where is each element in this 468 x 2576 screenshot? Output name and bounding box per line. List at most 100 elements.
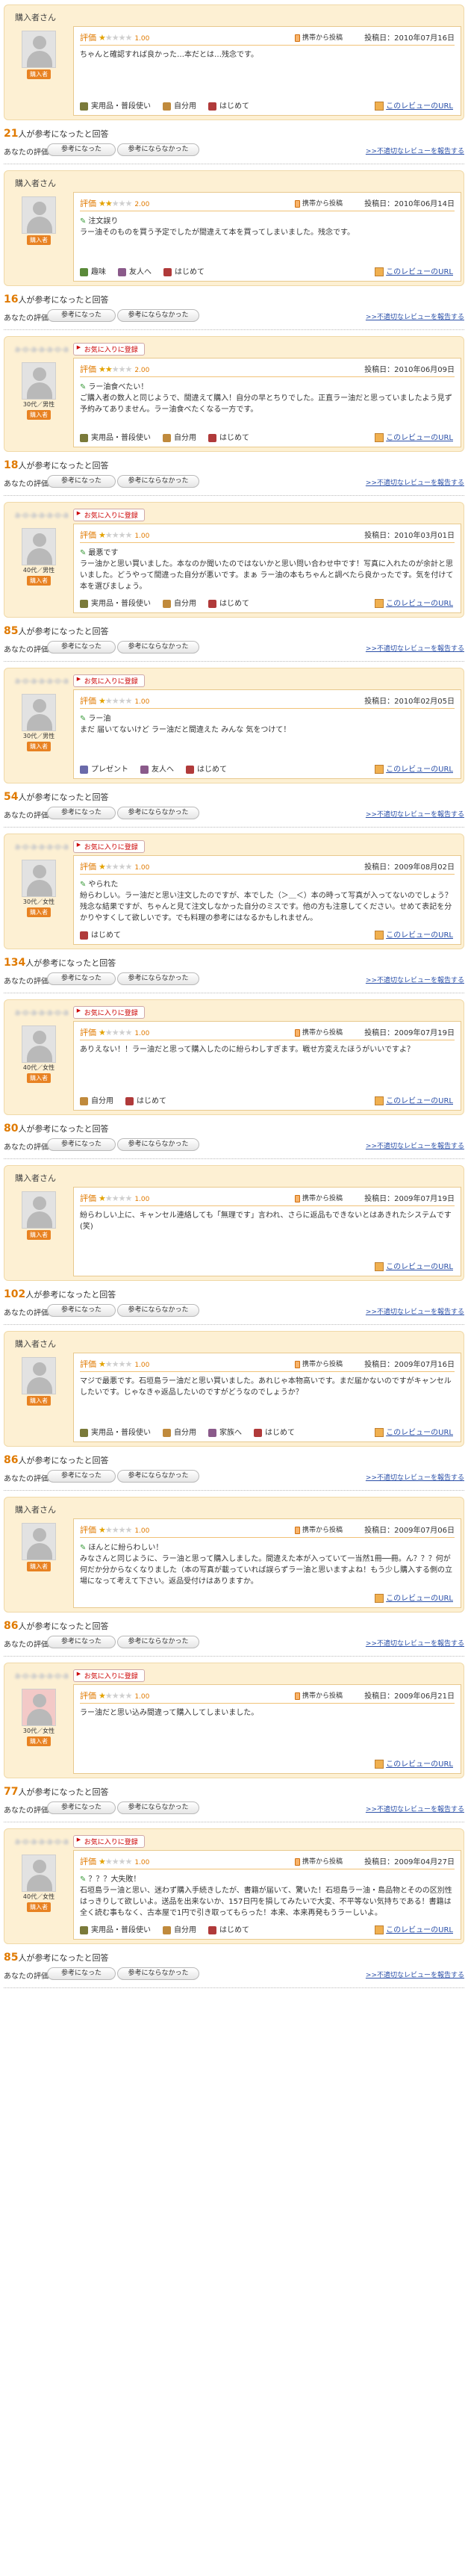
review-header: 評価 ★★★★★ 1.00 携帯から投稿 投稿日：2009年07月06日 <box>80 1524 455 1536</box>
not-helpful-button[interactable]: 参考にならなかった <box>117 807 199 819</box>
reviewer-name[interactable]: 購入者さん <box>15 11 56 23</box>
add-favorite-button[interactable]: お気に入りに登録 <box>72 674 145 687</box>
not-helpful-button[interactable]: 参考にならなかった <box>117 1304 199 1317</box>
review-text: 紛らわしい。ラー油だと思い注文したのですが、本でした（＞＿＜）本の時って写真が入… <box>80 892 452 922</box>
header-divider <box>80 1371 455 1372</box>
report-review-link[interactable]: >>不適切なレビューを報告する <box>366 311 464 321</box>
reviewer-name[interactable]: a-o-a-a-a-o-a <box>15 510 69 520</box>
rating-score: 1.00 <box>134 1030 150 1037</box>
reviewer-name[interactable]: a-o-a-a-a-o-a <box>15 344 69 354</box>
review-permalink[interactable]: このレビューのURL <box>375 99 453 111</box>
not-helpful-button[interactable]: 参考にならなかった <box>117 972 199 985</box>
rating-score: 2.00 <box>134 201 150 208</box>
reviewer-name[interactable]: 購入者さん <box>15 177 56 189</box>
not-helpful-button[interactable]: 参考にならなかった <box>117 309 199 322</box>
post-date: 投稿日：2009年07月16日 <box>364 1361 455 1369</box>
report-review-link[interactable]: >>不適切なレビューを報告する <box>366 1970 464 1979</box>
report-review-link[interactable]: >>不適切なレビューを報告する <box>366 477 464 487</box>
usage-tag-label: 自分用 <box>174 600 196 608</box>
report-review-link[interactable]: >>不適切なレビューを報告する <box>366 1306 464 1316</box>
helpful-button[interactable]: 参考になった <box>47 1138 116 1151</box>
helpful-button[interactable]: 参考になった <box>47 1304 116 1317</box>
add-favorite-button[interactable]: お気に入りに登録 <box>72 1006 145 1019</box>
star-rating-icon: ★★★★★ <box>99 199 132 208</box>
report-review-link[interactable]: >>不適切なレビューを報告する <box>366 643 464 653</box>
review-permalink[interactable]: このレビューのURL <box>375 1923 453 1934</box>
review-permalink[interactable]: このレビューのURL <box>375 1426 453 1437</box>
usage-tag-label: 実用品・普段使い <box>91 1926 151 1934</box>
reviewer-name[interactable]: 購入者さん <box>15 1172 56 1184</box>
star-rating-icon: ★★★★★ <box>99 1525 132 1535</box>
review-divider <box>4 1490 464 1491</box>
add-favorite-button[interactable]: お気に入りに登録 <box>72 343 145 356</box>
review-permalink[interactable]: このレビューのURL <box>375 265 453 276</box>
add-favorite-button[interactable]: お気に入りに登録 <box>72 509 145 521</box>
report-review-link[interactable]: >>不適切なレビューを報告する <box>366 1638 464 1648</box>
usage-tag-label: 実用品・普段使い <box>91 600 151 608</box>
mobile-post-label: 携帯から投稿 <box>302 1527 343 1534</box>
avatar-silhouette-icon <box>22 694 56 731</box>
review-box: 購入者さん 購入者 評価 ★★★★★ 1.00 携帯から投稿 投稿日：2009年07… <box>4 1497 464 1613</box>
reviewer-name[interactable]: 購入者さん <box>15 1503 56 1515</box>
review-title: 最悪です <box>80 546 118 557</box>
reviewer-name[interactable]: 購入者さん <box>15 1338 56 1350</box>
not-helpful-button[interactable]: 参考にならなかった <box>117 641 199 654</box>
report-review-link[interactable]: >>不適切なレビューを報告する <box>366 1140 464 1150</box>
usage-tag: プレゼント <box>80 765 128 774</box>
not-helpful-button[interactable]: 参考にならなかった <box>117 1801 199 1814</box>
review-permalink[interactable]: このレビューのURL <box>375 763 453 774</box>
usage-tag-label: 自分用 <box>174 1429 196 1437</box>
helpful-button[interactable]: 参考になった <box>47 309 116 322</box>
review-permalink[interactable]: このレビューのURL <box>375 431 453 442</box>
helpful-button[interactable]: 参考になった <box>47 1967 116 1980</box>
review-title: ？？？大失敗！ <box>80 1872 140 1884</box>
mobile-phone-icon <box>294 1194 300 1202</box>
report-review-link[interactable]: >>不適切なレビューを報告する <box>366 1472 464 1482</box>
mobile-phone-icon <box>294 1857 300 1866</box>
not-helpful-button[interactable]: 参考にならなかった <box>117 475 199 488</box>
review-permalink[interactable]: このレビューのURL <box>375 1757 453 1769</box>
review-permalink[interactable]: このレビューのURL <box>375 1094 453 1105</box>
reviewer-name[interactable]: a-o-a-a-a-o-a <box>15 842 69 851</box>
not-helpful-button[interactable]: 参考にならなかった <box>117 1470 199 1483</box>
reviewer-name[interactable]: a-o-a-a-a-o-a <box>15 1008 69 1017</box>
helpful-button[interactable]: 参考になった <box>47 1470 116 1483</box>
usage-tag: 趣味 <box>80 267 106 276</box>
reviewer: a-o-a-a-a-o-aお気に入りに登録 <box>15 1006 145 1019</box>
reviewer-name[interactable]: a-o-a-a-a-o-a <box>15 676 69 686</box>
helpful-button[interactable]: 参考になった <box>47 475 116 488</box>
not-helpful-button[interactable]: 参考にならなかった <box>117 1636 199 1648</box>
review-permalink[interactable]: このレビューのURL <box>375 1592 453 1603</box>
report-review-link[interactable]: >>不適切なレビューを報告する <box>366 809 464 819</box>
add-favorite-button[interactable]: お気に入りに登録 <box>72 840 145 853</box>
not-helpful-button[interactable]: 参考にならなかった <box>117 143 199 156</box>
review-card: 評価 ★★★★★ 1.00 携帯から投稿 投稿日：2009年07月19日 紛らわしい… <box>73 1187 461 1276</box>
reviewer-name[interactable]: a-o-a-a-a-o-a <box>15 1837 69 1846</box>
helpful-suffix: 人が参考になったと回答 <box>18 1456 109 1465</box>
add-favorite-button[interactable]: お気に入りに登録 <box>72 1669 145 1682</box>
header-divider <box>80 1537 455 1538</box>
not-helpful-button[interactable]: 参考にならなかった <box>117 1138 199 1151</box>
usage-tag-icon <box>163 102 171 111</box>
report-review-link[interactable]: >>不適切なレビューを報告する <box>366 975 464 984</box>
add-favorite-button[interactable]: お気に入りに登録 <box>72 1835 145 1848</box>
report-review-link[interactable]: >>不適切なレビューを報告する <box>366 1804 464 1813</box>
helpful-button[interactable]: 参考になった <box>47 143 116 156</box>
helpful-button[interactable]: 参考になった <box>47 807 116 819</box>
helpful-suffix: 人が参考になったと回答 <box>18 295 109 305</box>
review-permalink[interactable]: このレビューのURL <box>375 1260 453 1271</box>
helpful-button[interactable]: 参考になった <box>47 1801 116 1814</box>
mobile-post-indicator: 携帯から投稿 <box>294 1690 343 1700</box>
mobile-phone-icon <box>294 1692 300 1700</box>
usage-tag-label: はじめて <box>197 766 227 774</box>
helpful-button[interactable]: 参考になった <box>47 641 116 654</box>
review-permalink[interactable]: このレビューのURL <box>375 597 453 608</box>
review-permalink[interactable]: このレビューのURL <box>375 928 453 940</box>
helpful-button[interactable]: 参考になった <box>47 1636 116 1648</box>
helpful-button[interactable]: 参考になった <box>47 972 116 985</box>
helpful-count-line: 85人が参考になったと回答 <box>4 1952 108 1964</box>
not-helpful-button[interactable]: 参考にならなかった <box>117 1967 199 1980</box>
report-review-link[interactable]: >>不適切なレビューを報告する <box>366 146 464 155</box>
reviewer-name[interactable]: a-o-a-a-a-o-a <box>15 1671 69 1680</box>
usage-tag-label: 自分用 <box>174 102 196 111</box>
